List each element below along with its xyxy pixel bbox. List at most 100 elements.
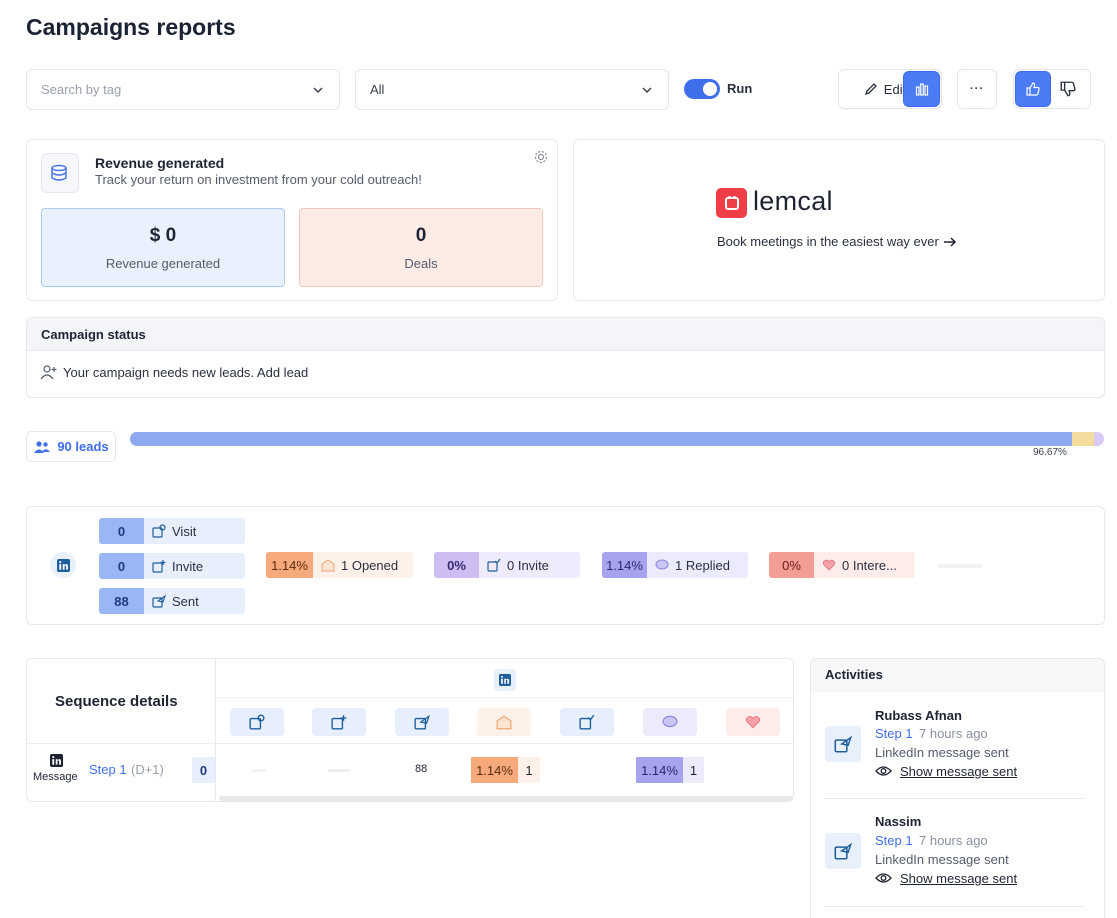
activity-name: Rubass Afnan — [875, 708, 962, 723]
funnel-invite-label: Invite — [172, 558, 204, 574]
seq-visit-icon — [230, 708, 284, 736]
funnel-placeholder-bar — [937, 564, 983, 568]
leads-progress-fill — [130, 432, 1072, 446]
sequence-replied-count: 1 — [683, 757, 704, 783]
chevron-down-icon — [313, 86, 323, 93]
deals-stat-box: 0 Deals — [299, 208, 543, 287]
sequence-row-value: 0 — [192, 757, 215, 783]
sequence-opened-count: 1 — [518, 757, 540, 783]
linkedin-icon — [494, 669, 516, 691]
revenue-subtitle: Track your return on investment from you… — [95, 172, 422, 187]
show-message-link[interactable]: Show message sent — [900, 764, 1017, 779]
add-lead-notice[interactable]: Your campaign needs new leads. Add lead — [40, 364, 308, 380]
activity-divider — [824, 798, 1084, 799]
revenue-value-label: Revenue generated — [105, 255, 221, 271]
funnel-replied: 1.14% 1 Replied — [602, 552, 748, 578]
campaign-status-title: Campaign status — [27, 318, 1104, 351]
activity-step[interactable]: Step 1 — [875, 726, 913, 741]
revenue-value: $ 0 — [149, 224, 177, 246]
funnel-visit-label: Visit — [172, 523, 197, 539]
seq-chat-icon — [643, 708, 697, 736]
leads-count-button[interactable]: 90 leads — [26, 431, 116, 462]
sequence-divider — [215, 658, 216, 801]
thumbs-down-button[interactable] — [1059, 80, 1077, 101]
campaign-status-card: Campaign status — [26, 317, 1105, 398]
activity-time: 7 hours ago — [919, 833, 988, 848]
funnel-invite-accepted-label: 0 Invite — [507, 557, 549, 573]
funnel-visit-value: 0 — [99, 518, 144, 544]
show-message-link[interactable]: Show message sent — [900, 871, 1017, 886]
seq-accept-icon — [560, 708, 614, 736]
lemcal-tagline-link[interactable]: Book meetings in the easiest way ever — [717, 234, 957, 249]
sequence-step-delay: (D+1) — [131, 762, 164, 777]
bar-chart-icon — [915, 83, 928, 96]
arrow-right-icon — [943, 236, 956, 247]
filter-select[interactable]: All — [355, 69, 669, 110]
gear-icon[interactable] — [533, 149, 549, 165]
stats-view-button[interactable] — [903, 71, 940, 107]
activity-action: LinkedIn message sent — [875, 852, 1009, 867]
funnel-interested-value: 0% — [769, 552, 814, 578]
revenue-title: Revenue generated — [95, 155, 225, 171]
funnel-interested: 0% 0 Intere... — [769, 552, 915, 578]
thumbs-down-icon — [1060, 81, 1076, 97]
lemcal-logo-icon — [716, 188, 747, 218]
linkedin-send-icon — [152, 594, 166, 608]
linkedin-icon — [50, 552, 76, 578]
chat-bubble-icon — [655, 559, 669, 570]
funnel-replied-value: 1.14% — [602, 552, 647, 578]
activity-name: Nassim — [875, 814, 922, 829]
activity-step[interactable]: Step 1 — [875, 833, 913, 848]
seq-empty-invite — [328, 769, 350, 772]
lemcal-promo-card[interactable] — [573, 139, 1105, 301]
revenue-stat-box: $ 0 Revenue generated — [41, 208, 285, 287]
linkedin-icon — [50, 754, 63, 770]
linkedin-send-icon — [825, 726, 861, 762]
leads-count-label: 90 leads — [57, 439, 109, 454]
thumbs-up-icon — [1026, 82, 1040, 96]
add-user-icon — [40, 365, 57, 380]
more-button[interactable]: ··· — [957, 69, 997, 109]
leads-progress-bar — [130, 432, 1104, 446]
seq-open-mail-icon — [477, 708, 531, 736]
more-icon: ··· — [970, 83, 984, 95]
activities-title: Activities — [825, 667, 883, 682]
filter-value: All — [370, 82, 385, 97]
sequence-row-divider — [27, 743, 793, 744]
sequence-scrollbar[interactable] — [219, 796, 793, 801]
sequence-sent-value: 88 — [415, 763, 428, 775]
sequence-header-divider — [216, 697, 793, 698]
linkedin-accept-icon — [487, 558, 501, 572]
users-icon — [34, 440, 51, 453]
seq-empty-visit — [252, 769, 266, 772]
funnel-sent-label: Sent — [172, 593, 199, 609]
campaign-status-message: Your campaign needs new leads. Add lead — [63, 364, 309, 380]
sequence-title: Sequence details — [55, 693, 178, 710]
activity-action: LinkedIn message sent — [875, 745, 1009, 760]
funnel-sent-value: 88 — [99, 588, 144, 614]
tag-search-select[interactable]: Search by tag — [26, 69, 340, 110]
coins-icon — [41, 153, 79, 193]
linkedin-send-icon — [825, 833, 861, 869]
sequence-replied-pct: 1.14% — [636, 757, 683, 783]
lemcal-brand: lemcal — [753, 186, 833, 216]
pencil-icon — [864, 83, 877, 96]
run-label: Run — [727, 81, 753, 96]
run-toggle[interactable] — [684, 79, 720, 99]
funnel-visit: 0 Visit — [99, 518, 245, 544]
funnel-sent: 88 Sent — [99, 588, 245, 614]
funnel-invite-accepted: 0% 0 Invite — [434, 552, 580, 578]
chevron-down-icon — [642, 86, 652, 93]
deals-label: Deals — [404, 255, 438, 271]
funnel-interested-label: 0 Intere... — [842, 557, 897, 573]
funnel-invite: 0 Invite — [99, 553, 245, 579]
thumbs-up-button[interactable] — [1015, 71, 1051, 107]
eye-icon — [875, 766, 892, 776]
funnel-invite-value: 0 — [99, 553, 144, 579]
linkedin-invite-icon — [152, 560, 166, 573]
sequence-step-link[interactable]: Step 1 — [89, 762, 127, 777]
sequence-type-label: Message — [33, 771, 78, 783]
activity-divider — [824, 906, 1084, 907]
funnel-replied-label: 1 Replied — [675, 557, 730, 573]
leads-progress-segment — [1071, 432, 1094, 446]
